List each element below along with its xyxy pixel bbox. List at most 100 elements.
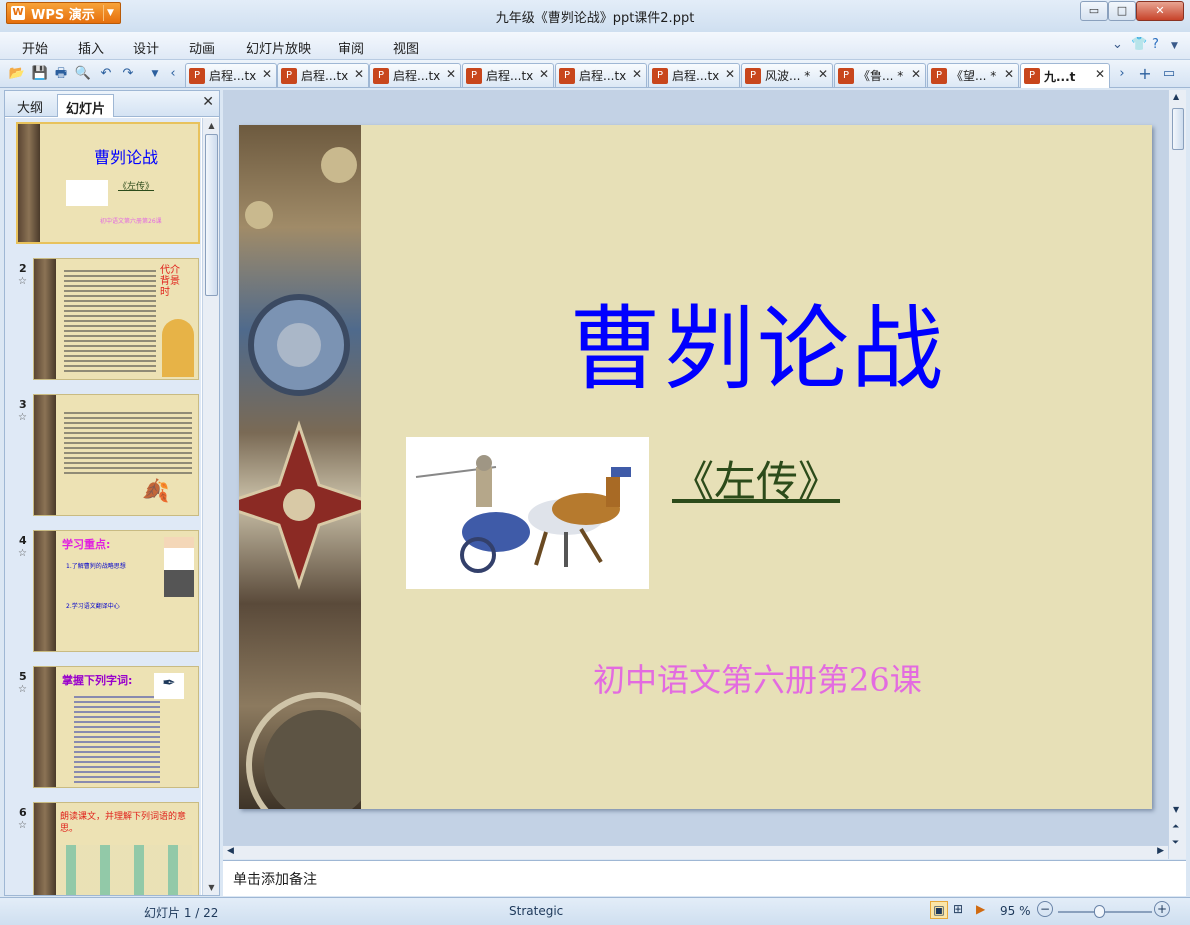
ppt-file-icon: P [1024,68,1040,84]
redo-icon[interactable]: ↷ [119,65,137,83]
doc-tab-label: 启程...tx [486,69,534,83]
slide-footer-text[interactable]: 初中语文第六册第26课 [593,655,922,701]
slide-thumbnail[interactable]: 2 ☆ 代介背景时 [5,256,201,386]
next-slide-icon[interactable]: ⏷ [1172,838,1179,848]
ribbon-menu: 开始 插入 设计 动画 幻灯片放映 审阅 视图 ⌄ 👕 ? ▼ [0,32,1190,60]
doc-tab[interactable]: P 风波... * ✕ [741,63,833,87]
zoom-level: 95 % [1000,904,1031,918]
slide-number: 6 [19,806,27,819]
theme-name: Strategic [509,904,564,918]
customize-icon[interactable]: ▼ [146,65,164,83]
slide-thumbnail[interactable]: 3 ☆ 🍂 [5,392,201,522]
slide-decorative-image [214,125,392,838]
notes-field[interactable]: 单击添加备注 [223,860,1186,896]
doc-tab[interactable]: P 启程...tx ✕ [277,63,369,87]
decorative-strip [18,124,40,242]
normal-view-icon[interactable]: ▣ [930,901,948,919]
scroll-thumb[interactable] [205,134,218,296]
slide-thumbnail[interactable]: 6 ☆ 朗读课文，并理解下列词语的意思。 [5,800,201,895]
doc-tab[interactable]: P 《望... * ✕ [927,63,1019,87]
open-icon[interactable]: 📂 [8,65,26,83]
minimize-button[interactable]: ▭ [1080,1,1108,21]
doc-tab[interactable]: P 启程...tx ✕ [555,63,647,87]
close-tab-icon[interactable]: ✕ [539,67,549,81]
close-tab-icon[interactable]: ✕ [632,67,642,81]
scroll-down-icon[interactable]: ▼ [204,880,219,895]
decorative-strip [34,803,56,895]
close-tab-icon[interactable]: ✕ [725,67,735,81]
scroll-up-icon[interactable]: ▲ [1173,92,1179,101]
skin-icon[interactable]: 👕 [1131,37,1147,52]
zoom-slider-thumb[interactable] [1094,905,1105,918]
scroll-thumb[interactable] [1172,108,1184,150]
tab-list-icon[interactable]: ▭ [1160,65,1178,83]
ppt-file-icon: P [838,67,854,84]
doc-tab[interactable]: P 启程...tx ✕ [648,63,740,87]
slide-canvas[interactable]: 曹刿论战 《左传》 初中语文第六册第26课 [214,125,1152,838]
tab-slides[interactable]: 幻灯片 [57,94,115,117]
zoom-slider-track[interactable] [1058,911,1152,913]
chariot-image[interactable] [406,437,649,589]
doc-tab[interactable]: P 启程...tx ✕ [185,63,277,87]
close-tab-icon[interactable]: ✕ [262,67,272,81]
slides-pane: 大纲 幻灯片 ✕ 1 ☆ 曹刿论战 《左传》 初中语文第六册第26课 2 ☆ 代… [4,90,220,896]
slide-number: 4 [19,534,27,547]
scroll-down-icon[interactable]: ▼ [1173,805,1179,814]
ppt-file-icon: P [559,67,575,84]
horizontal-scrollbar[interactable]: ◀ ▶ [223,845,1168,859]
doc-tab[interactable]: P 启程...tx ✕ [369,63,461,87]
menu-view[interactable]: 视图 [393,38,419,57]
close-window-button[interactable]: ✕ [1136,1,1184,21]
vertical-scrollbar[interactable]: ▲ ▼ ⏶ ⏷ [1168,90,1186,859]
maximize-button[interactable]: □ [1108,1,1136,21]
print-preview-icon[interactable]: 🔍 [74,65,92,83]
scroll-up-icon[interactable]: ▲ [204,118,219,133]
print-icon[interactable]: 🖶 [52,65,70,83]
close-tab-icon[interactable]: ✕ [818,67,828,81]
doc-tab[interactable]: P 启程...tx ✕ [462,63,554,87]
previous-slide-icon[interactable]: ⏶ [1172,822,1179,832]
close-tab-icon[interactable]: ✕ [446,67,456,81]
thumb-line: 2.学习语文翻译中心 [66,603,120,610]
undo-icon[interactable]: ↶ [97,65,115,83]
collapse-ribbon-icon[interactable]: ⌄ [1112,37,1123,52]
help-icon[interactable]: ? [1152,37,1159,52]
menu-animation[interactable]: 动画 [189,38,215,57]
thumbnail-preview: 朗读课文，并理解下列词语的意思。 [33,802,199,895]
close-tab-icon[interactable]: ✕ [1004,67,1014,81]
chariot-thumb-image [66,180,108,206]
scroll-right-icon[interactable]: ▶ [1157,846,1164,856]
menu-design[interactable]: 设计 [133,38,159,57]
text-block [64,267,156,375]
slide-thumbnail[interactable]: 4 ☆ 学习重点: 1.了解曹刿的战略思想 2.学习语文翻译中心 [5,528,201,658]
menu-insert[interactable]: 插入 [78,38,104,57]
slide-subtitle[interactable]: 《左传》 [672,448,840,509]
tab-scroll-left-icon[interactable]: ‹ [164,65,182,83]
menu-home[interactable]: 开始 [22,38,48,57]
help-dropdown-icon[interactable]: ▼ [1171,41,1178,51]
slide-thumbnail[interactable]: 1 ☆ 曹刿论战 《左传》 初中语文第六册第26课 [5,120,201,250]
slide-title[interactable]: 曹刿论战 [569,275,945,408]
menu-slideshow[interactable]: 幻灯片放映 [246,38,311,57]
scroll-left-icon[interactable]: ◀ [227,846,234,856]
doc-tab[interactable]: P 《鲁... * ✕ [834,63,926,87]
close-pane-icon[interactable]: ✕ [202,94,214,110]
zoom-in-icon[interactable]: + [1154,901,1170,917]
zoom-out-icon[interactable]: − [1037,901,1053,917]
ppt-file-icon: P [745,67,761,84]
menu-review[interactable]: 审阅 [338,38,364,57]
doc-tab-label: 启程...tx [579,69,627,83]
slide-sorter-icon[interactable]: ⊞ [953,902,963,916]
close-tab-icon[interactable]: ✕ [911,67,921,81]
save-icon[interactable]: 💾 [31,65,49,83]
doc-tab-active[interactable]: P 九...t ✕ [1020,63,1110,88]
thumbnail-preview: 学习重点: 1.了解曹刿的战略思想 2.学习语文翻译中心 [33,530,199,652]
new-tab-icon[interactable]: + [1136,65,1154,83]
close-tab-icon[interactable]: ✕ [1095,67,1105,81]
thumbnail-scrollbar[interactable]: ▲ ▼ [202,118,219,895]
tab-outline[interactable]: 大纲 [9,94,51,117]
slideshow-icon[interactable]: ▶ [976,902,985,916]
tab-scroll-right-icon[interactable]: › [1113,65,1131,83]
slide-thumbnail[interactable]: 5 ☆ 掌握下列字词: ✒ [5,664,201,794]
close-tab-icon[interactable]: ✕ [354,67,364,81]
